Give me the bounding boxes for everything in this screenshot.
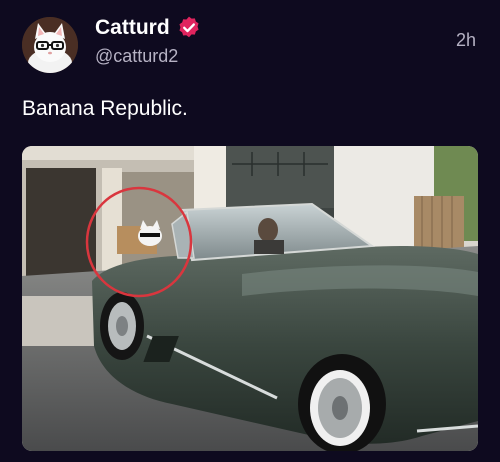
author-name-row[interactable]: Catturd <box>95 15 202 41</box>
tweet-media-image[interactable] <box>22 146 478 451</box>
author-handle[interactable]: @catturd2 <box>95 46 178 67</box>
tweet-text: Banana Republic. <box>22 97 188 120</box>
photo-icon <box>22 146 478 451</box>
author-name[interactable]: Catturd <box>95 16 170 40</box>
verified-badge-icon <box>176 15 202 41</box>
tweet-timestamp[interactable]: 2h <box>456 30 476 51</box>
cat-avatar-icon <box>22 17 78 73</box>
avatar[interactable] <box>22 17 78 73</box>
